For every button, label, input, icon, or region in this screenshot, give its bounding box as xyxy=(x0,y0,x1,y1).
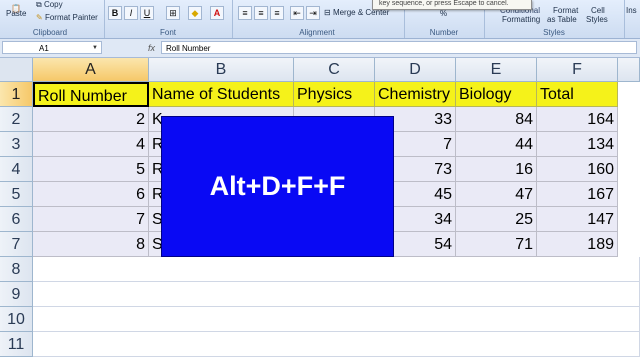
empty-row-10[interactable] xyxy=(33,307,640,332)
name-box[interactable]: A1 ▼ xyxy=(2,41,102,54)
copy-button[interactable]: ⧉ Copy xyxy=(36,0,63,10)
cell-biology[interactable]: 25 xyxy=(456,207,537,232)
cell-total[interactable]: 189 xyxy=(537,232,618,257)
fill-color-icon[interactable]: ◆ xyxy=(188,6,202,20)
row-header-10[interactable]: 10 xyxy=(0,307,33,332)
name-box-value: A1 xyxy=(39,44,49,53)
row-header-1[interactable]: 1 xyxy=(0,82,33,107)
empty-row-9[interactable] xyxy=(33,282,640,307)
chevron-down-icon[interactable]: ▼ xyxy=(92,42,98,55)
cell-biology[interactable]: 44 xyxy=(456,132,537,157)
empty-row-11[interactable] xyxy=(33,332,640,357)
cell-biology[interactable]: 71 xyxy=(456,232,537,257)
cell-biology[interactable]: 47 xyxy=(456,182,537,207)
row-header-11[interactable]: 11 xyxy=(0,332,33,357)
fx-icon[interactable]: fx xyxy=(148,41,155,55)
cell-roll[interactable]: 6 xyxy=(33,182,149,207)
number-group-label: Number xyxy=(429,28,459,37)
column-header-a[interactable]: A xyxy=(33,58,149,82)
shortcut-overlay: Alt+D+F+F xyxy=(161,116,394,257)
cell-styles-button[interactable]: Cell xyxy=(591,6,605,15)
copy-icon: ⧉ xyxy=(36,0,42,9)
cell-total[interactable]: 134 xyxy=(537,132,618,157)
empty-row-8[interactable] xyxy=(33,257,640,282)
cell-a1[interactable]: Roll Number xyxy=(33,82,149,107)
format-table-label-2: as Table xyxy=(547,15,577,24)
align-right-icon[interactable]: ≡ xyxy=(270,6,284,20)
format-table-label-1: Format xyxy=(553,6,579,15)
format-painter-icon: ✎ xyxy=(36,13,43,22)
format-as-table-button[interactable]: Format xyxy=(553,6,578,15)
cell-roll[interactable]: 7 xyxy=(33,207,149,232)
copy-label: Copy xyxy=(43,0,63,9)
cell-roll[interactable]: 2 xyxy=(33,107,149,132)
cell-total[interactable]: 160 xyxy=(537,157,618,182)
cell-styles-label-1: Cell xyxy=(591,6,605,15)
merge-icon: ⊟ xyxy=(324,8,331,17)
column-header-b[interactable]: B xyxy=(149,58,294,82)
row-header-9[interactable]: 9 xyxy=(0,282,33,307)
column-header-g[interactable] xyxy=(618,58,640,82)
percent-button[interactable]: % xyxy=(440,9,447,18)
insert-button[interactable]: Ins xyxy=(626,6,637,15)
paste-button[interactable]: Paste xyxy=(6,9,26,18)
borders-icon[interactable]: ⊞ xyxy=(166,6,180,20)
align-left-icon[interactable]: ≡ xyxy=(238,6,252,20)
cell-biology[interactable]: 16 xyxy=(456,157,537,182)
font-color-icon[interactable]: A xyxy=(210,6,224,20)
row-header-5[interactable]: 5 xyxy=(0,182,33,207)
format-painter-label: Format Painter xyxy=(44,13,98,22)
format-painter-button[interactable]: ✎ Format Painter xyxy=(36,13,98,22)
cell-b1[interactable]: Name of Students xyxy=(149,82,294,107)
row-header-2[interactable]: 2 xyxy=(0,107,33,132)
styles-group-label: Styles xyxy=(543,28,565,37)
cell-roll[interactable]: 8 xyxy=(33,232,149,257)
column-header-c[interactable]: C xyxy=(294,58,375,82)
styles-separator xyxy=(624,0,625,38)
cell-roll[interactable]: 4 xyxy=(33,132,149,157)
column-header-f[interactable]: F xyxy=(537,58,618,82)
cell-c1[interactable]: Physics xyxy=(294,82,375,107)
row-header-6[interactable]: 6 xyxy=(0,207,33,232)
ribbon: 📋 Paste ⧉ Copy ✎ Format Painter Clipboar… xyxy=(0,0,640,39)
cell-total[interactable]: 164 xyxy=(537,107,618,132)
align-center-icon[interactable]: ≡ xyxy=(254,6,268,20)
cell-d1[interactable]: Chemistry xyxy=(375,82,456,107)
column-header-d[interactable]: D xyxy=(375,58,456,82)
keytip-tooltip: key sequence, or press Escape to cancel. xyxy=(372,0,532,10)
increase-indent-icon[interactable]: ⇥ xyxy=(306,6,320,20)
decrease-indent-icon[interactable]: ⇤ xyxy=(290,6,304,20)
cell-total[interactable]: 167 xyxy=(537,182,618,207)
formula-input[interactable]: Roll Number xyxy=(161,41,637,54)
cell-roll[interactable]: 5 xyxy=(33,157,149,182)
cell-styles-label-2: Styles xyxy=(586,15,608,24)
formula-bar: A1 ▼ fx Roll Number xyxy=(0,39,640,58)
select-all-corner[interactable] xyxy=(0,58,33,82)
alignment-group-label: Alignment xyxy=(299,28,335,37)
shortcut-overlay-text: Alt+D+F+F xyxy=(209,171,346,201)
column-header-e[interactable]: E xyxy=(456,58,537,82)
row-header-8[interactable]: 8 xyxy=(0,257,33,282)
row-header-7[interactable]: 7 xyxy=(0,232,33,257)
cell-biology[interactable]: 84 xyxy=(456,107,537,132)
cell-total[interactable]: 147 xyxy=(537,207,618,232)
cell-e1[interactable]: Biology xyxy=(456,82,537,107)
cell-f1[interactable]: Total xyxy=(537,82,618,107)
italic-button[interactable]: I xyxy=(124,6,138,20)
row-header-3[interactable]: 3 xyxy=(0,132,33,157)
row-header-4[interactable]: 4 xyxy=(0,157,33,182)
clipboard-group-label: Clipboard xyxy=(32,28,68,37)
bold-button[interactable]: B xyxy=(108,6,122,20)
conditional-label-2: Formatting xyxy=(502,15,541,24)
underline-button[interactable]: U xyxy=(140,6,154,20)
font-group-label: Font xyxy=(159,28,176,37)
